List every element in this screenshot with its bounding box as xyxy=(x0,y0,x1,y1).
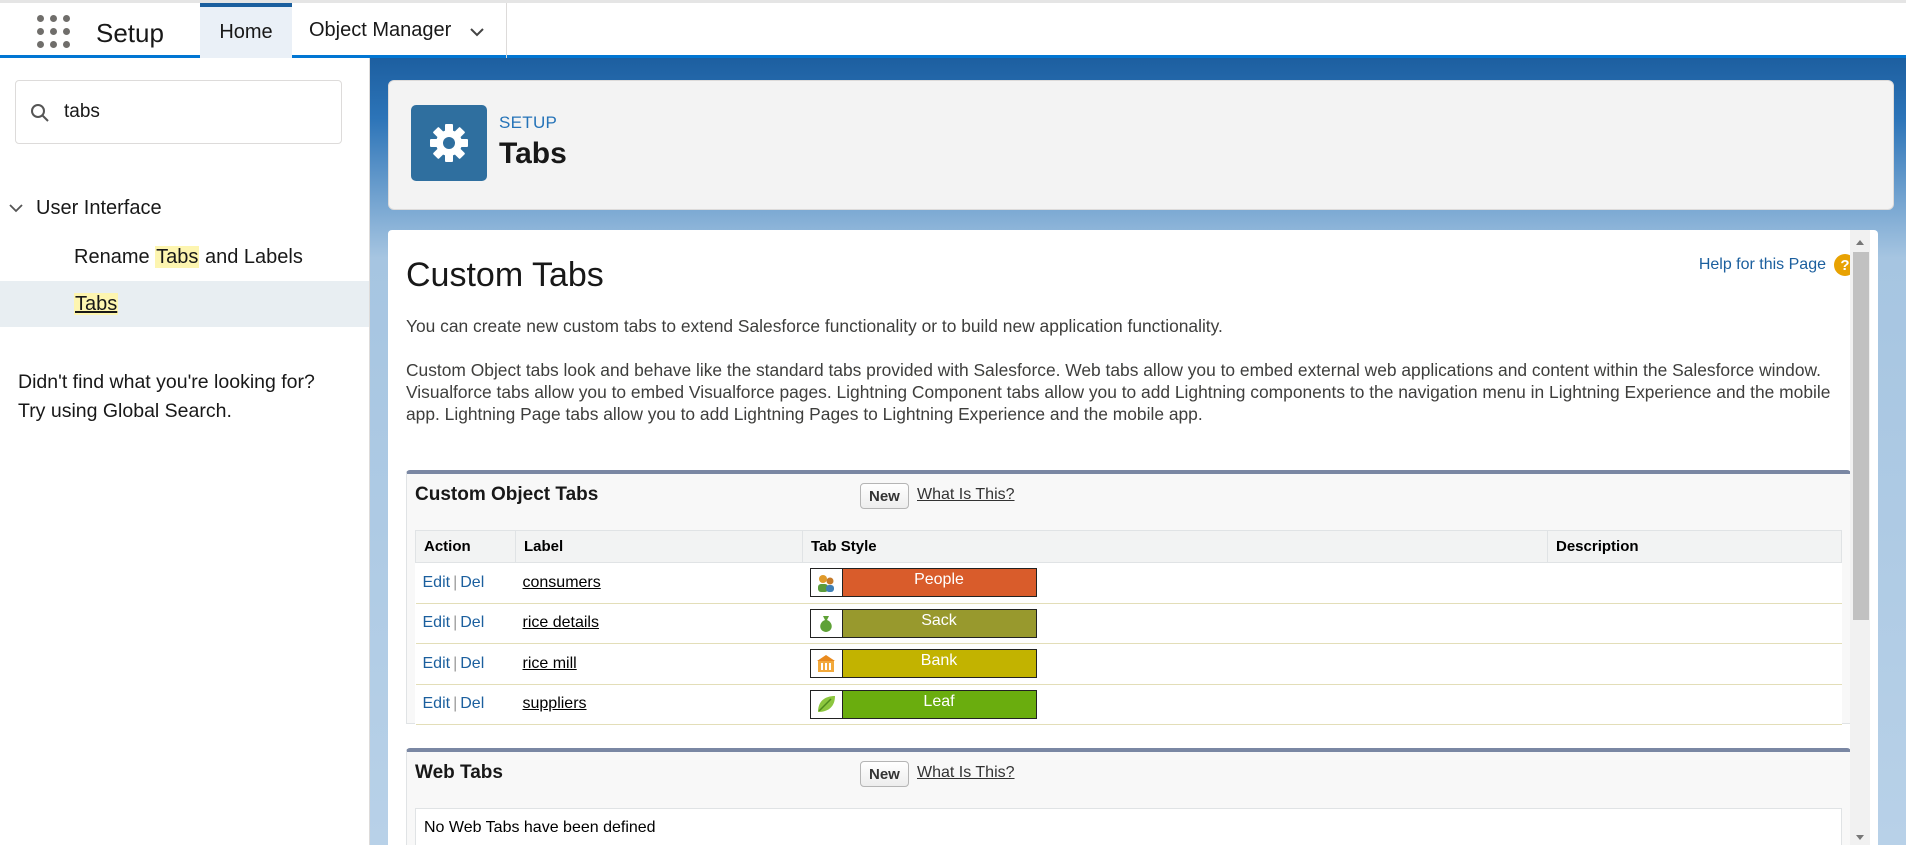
search-highlight: Tabs xyxy=(74,292,119,315)
label-cell: consumers xyxy=(515,562,803,604)
leaf-icon xyxy=(810,690,843,718)
action-separator: | xyxy=(453,614,458,632)
tab-style-cell: People xyxy=(802,562,1548,604)
tree-node-label: User Interface xyxy=(36,196,162,219)
column-header-tab-style: Tab Style xyxy=(802,530,1548,563)
action-separator: | xyxy=(453,573,458,591)
action-separator: | xyxy=(453,695,458,713)
tab-style-swatch: Sack xyxy=(809,608,1037,638)
sack-icon xyxy=(810,609,843,637)
block-title: Custom Object Tabs xyxy=(415,484,599,505)
search-icon xyxy=(31,104,49,122)
tab-style-cell: Bank xyxy=(802,643,1548,685)
tab-style-name: Bank xyxy=(842,650,1036,678)
del-link[interactable]: Del xyxy=(460,574,484,591)
tab-style-cell: Sack xyxy=(802,603,1548,644)
tree-item-label: Rename Tabs and Labels xyxy=(74,245,303,268)
search-highlight: Tabs xyxy=(155,245,200,268)
action-cell: Edit | Del xyxy=(415,643,516,685)
tab-style-name: People xyxy=(842,569,1036,597)
column-header-description: Description xyxy=(1547,530,1842,563)
tab-style-swatch: People xyxy=(809,568,1037,598)
tab-home[interactable]: Home xyxy=(200,3,292,58)
tab-style-swatch: Bank xyxy=(809,649,1037,679)
action-cell: Edit | Del xyxy=(415,562,516,604)
gear-icon xyxy=(411,105,487,181)
edit-link[interactable]: Edit xyxy=(423,614,451,631)
quick-find-input[interactable] xyxy=(64,93,324,131)
action-cell: Edit | Del xyxy=(415,603,516,644)
custom-object-tabs-table: Action Label Tab Style Description Edit |… xyxy=(415,530,1842,725)
new-custom-object-tab-button[interactable]: New xyxy=(860,483,909,509)
chevron-down-icon[interactable] xyxy=(8,200,24,216)
help-link[interactable]: Help for this Page ? xyxy=(1699,254,1856,276)
page-title: Tabs xyxy=(499,137,567,170)
chevron-down-icon[interactable] xyxy=(468,23,486,41)
tab-style-name: Sack xyxy=(842,609,1036,637)
intro-text: You can create new custom tabs to extend… xyxy=(406,316,1223,336)
page-header: SETUP Tabs xyxy=(388,80,1894,210)
block-title: Web Tabs xyxy=(415,762,503,783)
edit-link[interactable]: Edit xyxy=(423,695,451,712)
what-is-this-link[interactable]: What Is This? xyxy=(917,486,1015,504)
tree-item-label: Tabs xyxy=(74,292,119,316)
web-tabs-block: Web Tabs New What Is This? No Web Tabs h… xyxy=(406,748,1851,845)
quick-find-box[interactable] xyxy=(15,80,342,144)
tab-style-name: Leaf xyxy=(842,690,1036,718)
tab-object-manager-label: Object Manager xyxy=(309,19,452,41)
tab-label-link[interactable]: consumers xyxy=(523,574,601,591)
action-separator: | xyxy=(453,654,458,672)
edit-link[interactable]: Edit xyxy=(423,655,451,672)
tree-item-tabs[interactable]: Tabs xyxy=(0,281,369,327)
tab-object-manager[interactable]: Object Manager xyxy=(292,3,507,58)
description-cell xyxy=(1547,562,1842,604)
main-area: SETUP Tabs Custom Tabs Help for this Pag… xyxy=(370,58,1906,845)
app-name: Setup xyxy=(96,18,164,48)
edit-link[interactable]: Edit xyxy=(423,574,451,591)
setup-sidebar: User Interface Rename Tabs and Labels Ta… xyxy=(0,58,370,845)
tab-label-link[interactable]: suppliers xyxy=(523,695,587,712)
description-cell xyxy=(1547,643,1842,685)
scroll-down-arrow-icon[interactable] xyxy=(1853,832,1867,844)
tab-style-swatch: Leaf xyxy=(809,689,1037,719)
section-title: Custom Tabs xyxy=(406,256,604,294)
tree-node-user-interface[interactable]: User Interface xyxy=(0,188,369,228)
not-found-message: Didn't find what you're looking for? Try… xyxy=(18,371,315,422)
column-header-action: Action xyxy=(415,530,516,563)
bank-icon xyxy=(810,650,843,678)
tab-label-link[interactable]: rice mill xyxy=(523,655,577,672)
table-header-row: Action Label Tab Style Description xyxy=(415,530,1842,563)
scrollbar-thumb[interactable] xyxy=(1853,252,1869,620)
empty-message: No Web Tabs have been defined xyxy=(415,808,1842,845)
table-row: Edit | Del suppliers Leaf xyxy=(415,684,1842,725)
what-is-this-link[interactable]: What Is This? xyxy=(917,764,1015,782)
description-cell xyxy=(1547,603,1842,644)
global-header: Setup Home Object Manager xyxy=(0,0,1906,58)
label-cell: rice mill xyxy=(515,643,803,685)
scroll-up-arrow-icon[interactable] xyxy=(1853,236,1867,248)
tab-label-link[interactable]: rice details xyxy=(523,614,599,631)
tab-style-cell: Leaf xyxy=(802,684,1548,725)
tree-item-rename-tabs-labels[interactable]: Rename Tabs and Labels xyxy=(0,234,369,280)
content-panel: Custom Tabs Help for this Page ? You can… xyxy=(388,230,1878,845)
del-link[interactable]: Del xyxy=(460,655,484,672)
action-cell: Edit | Del xyxy=(415,684,516,725)
column-header-label: Label xyxy=(515,530,803,563)
breadcrumb: SETUP xyxy=(499,113,558,132)
intro-text-detail: Custom Object tabs look and behave like … xyxy=(406,360,1831,424)
new-web-tab-button[interactable]: New xyxy=(860,761,909,787)
label-cell: suppliers xyxy=(515,684,803,725)
description-cell xyxy=(1547,684,1842,725)
del-link[interactable]: Del xyxy=(460,614,484,631)
label-cell: rice details xyxy=(515,603,803,644)
table-row: Edit | Del consumers People xyxy=(415,562,1842,604)
people-icon xyxy=(810,569,843,597)
custom-object-tabs-block: Custom Object Tabs New What Is This? Act… xyxy=(406,470,1851,725)
table-row: Edit | Del rice mill Bank xyxy=(415,643,1842,685)
table-row: Edit | Del rice details Sack xyxy=(415,603,1842,644)
app-launcher-icon[interactable] xyxy=(37,15,71,49)
del-link[interactable]: Del xyxy=(460,695,484,712)
